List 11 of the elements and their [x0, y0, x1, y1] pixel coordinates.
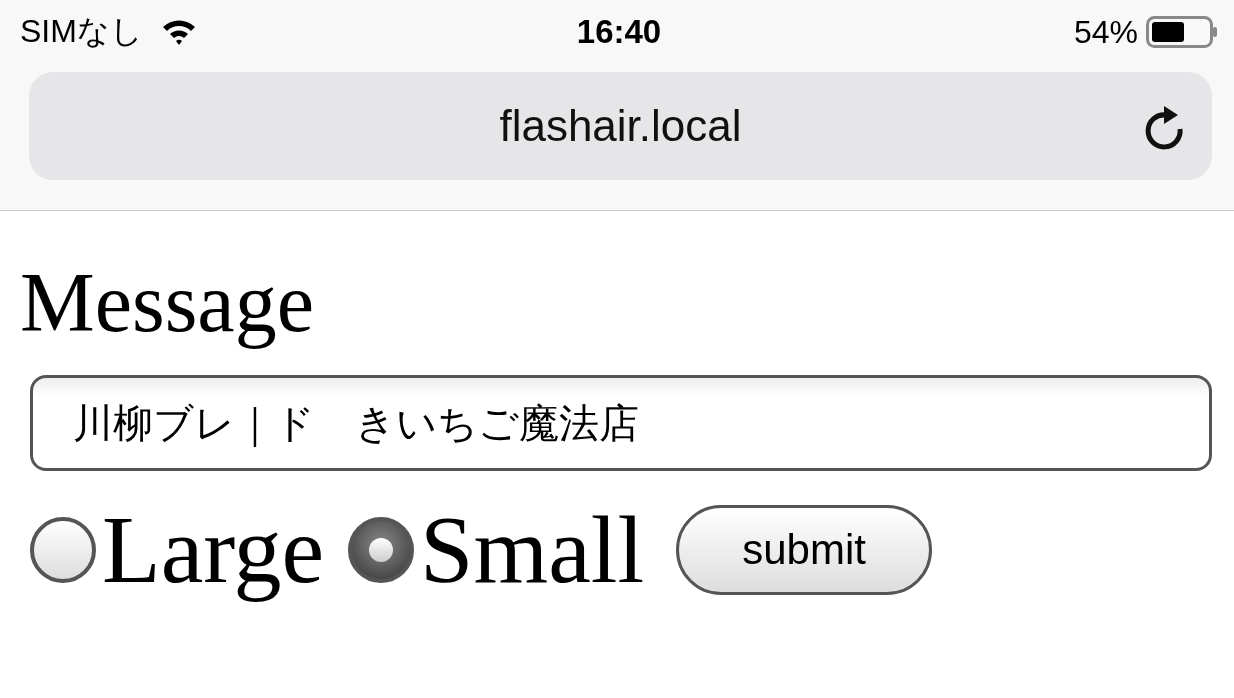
url-text: flashair.local [499, 101, 742, 151]
address-bar[interactable]: flashair.local [29, 72, 1212, 180]
carrier-label: SIMなし [20, 12, 143, 51]
battery-percent: 54% [1073, 13, 1138, 51]
radio-label: Large [102, 495, 325, 605]
clock-time: 16:40 [576, 13, 662, 51]
message-heading: Message [20, 255, 315, 351]
message-field[interactable]: 川柳ブレ｜ド きいちご魔法店 [30, 375, 1212, 471]
submit-button[interactable]: submit [676, 505, 933, 595]
battery-icon [1146, 16, 1218, 48]
radio-label: Small [420, 495, 645, 605]
